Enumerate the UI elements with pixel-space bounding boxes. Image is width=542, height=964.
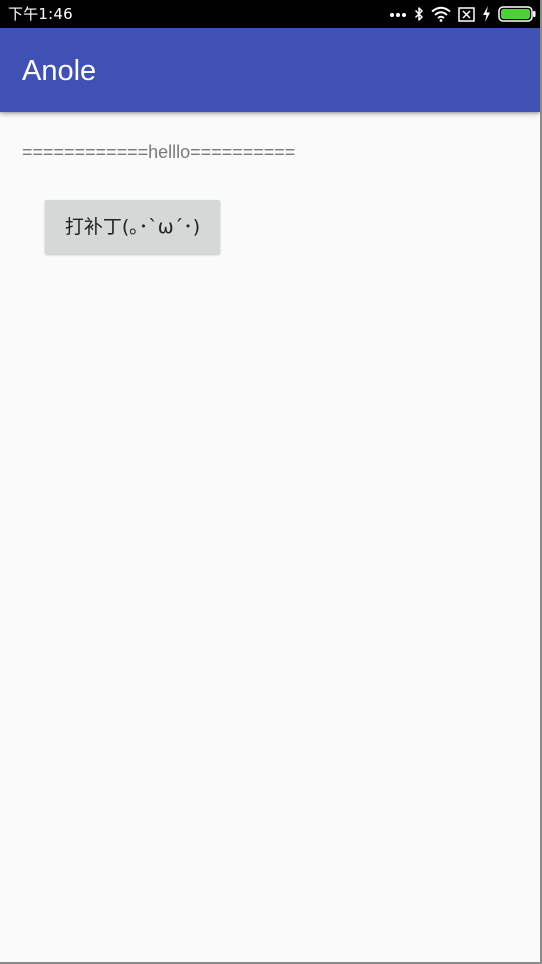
battery-icon: [498, 6, 536, 22]
app-bar: Anole: [0, 28, 540, 112]
patch-button[interactable]: 打补丁(｡･`ω´･): [45, 200, 220, 254]
more-dots-icon: [389, 10, 407, 18]
main-content: ============helllo========== 打补丁(｡･`ω´･): [0, 112, 540, 962]
wifi-icon: [431, 6, 451, 22]
charging-icon: [482, 6, 491, 22]
status-icons: [389, 3, 536, 25]
bluetooth-icon: [414, 6, 424, 22]
no-sim-icon: [458, 6, 475, 22]
status-time: 下午1:46: [8, 5, 73, 23]
hello-text: ============helllo==========: [22, 142, 296, 162]
app-title: Anole: [22, 55, 97, 87]
status-bar: 下午1:46: [0, 0, 540, 28]
app-window: 下午1:46 Anole ============helllo=========…: [0, 0, 542, 964]
